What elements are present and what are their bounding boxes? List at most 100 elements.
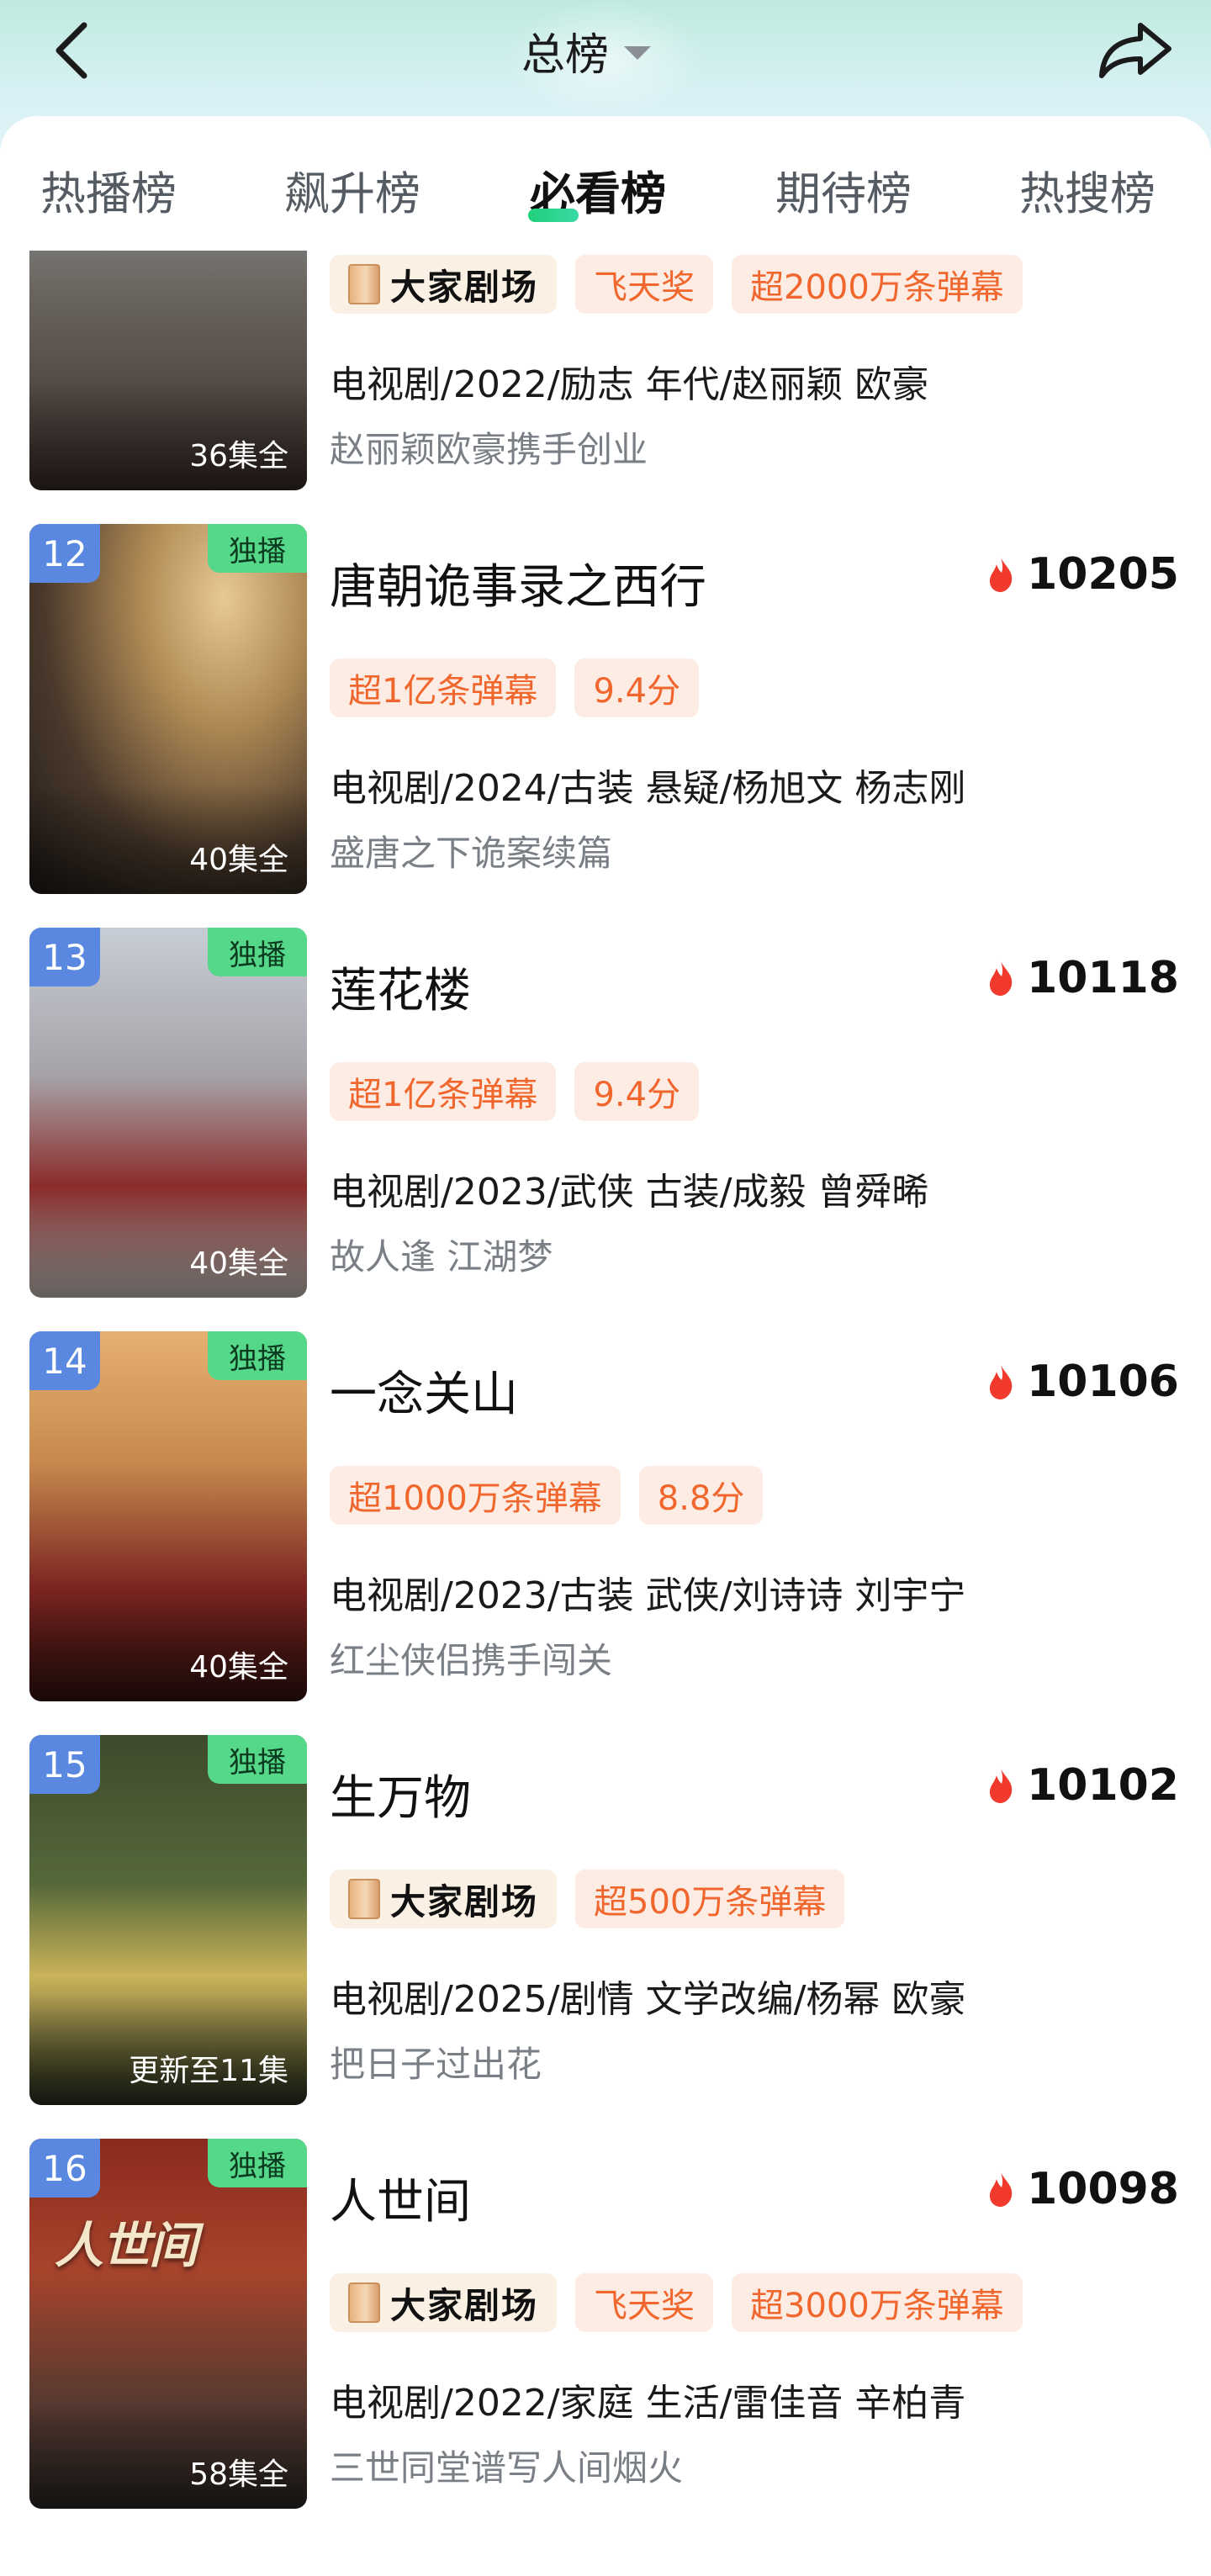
exclusive-badge: 独播 — [208, 2139, 307, 2187]
poster[interactable]: 36集全 — [29, 251, 307, 490]
brand-label: 大家剧场 — [390, 2284, 539, 2326]
episode-count: 更新至11集 — [129, 2054, 288, 2088]
episode-count: 36集全 — [189, 439, 288, 473]
chevron-left-icon — [56, 22, 87, 79]
rank-badge: 13 — [29, 928, 100, 986]
exclusive-badge: 独播 — [208, 524, 307, 573]
caret-down-icon — [624, 46, 652, 60]
poster[interactable]: 15 独播 更新至11集 — [29, 1735, 307, 2105]
episode-count: 58集全 — [189, 2457, 288, 2492]
ranking-selector[interactable]: 总榜 — [521, 19, 652, 82]
flame-icon — [990, 1365, 1013, 1399]
list-item[interactable]: 15 独播 更新至11集 生万物 10102 大家剧场 超500万条弹幕 电视剧… — [0, 1735, 1211, 2105]
tag-row: 大家剧场 超500万条弹幕 — [330, 1870, 845, 1928]
flame-icon — [990, 1769, 1013, 1803]
tag-row: 超1亿条弹幕 9.4分 — [330, 1062, 700, 1121]
show-description: 盛唐之下诡案续篇 — [330, 833, 613, 874]
tag: 超2000万条弹幕 — [732, 255, 1023, 314]
tab-hot-play[interactable]: 热播榜 — [40, 156, 177, 223]
book-icon — [348, 2282, 380, 2323]
show-meta: 电视剧/2023/武侠 古装/成毅 曾舜晞 — [330, 1171, 929, 1214]
tag-row: 大家剧场 飞天奖 超2000万条弹幕 — [330, 255, 1023, 314]
heat-value: 10205 — [1027, 549, 1179, 600]
show-description: 三世同堂谱写人间烟火 — [330, 2447, 684, 2489]
show-title[interactable]: 唐朝诡事录之西行 — [330, 549, 706, 617]
heat-score: 10098 — [986, 2164, 1179, 2214]
show-meta: 电视剧/2023/古装 武侠/刘诗诗 刘宇宁 — [330, 1574, 966, 1617]
heat-score: 10118 — [986, 953, 1179, 1003]
rank-badge: 16 — [29, 2139, 100, 2198]
show-description: 把日子过出花 — [330, 2044, 542, 2085]
list-item[interactable]: 人世间 16 独播 58集全 人世间 10098 大家剧场 飞天奖 超3000万… — [0, 2139, 1211, 2509]
tab-hot-search[interactable]: 热搜榜 — [1019, 156, 1155, 223]
heat-value: 10098 — [1027, 2164, 1179, 2214]
heat-value: 10106 — [1027, 1357, 1179, 1407]
heat-score: 10205 — [986, 549, 1179, 600]
tab-rising[interactable]: 飙升榜 — [284, 156, 420, 223]
list-item[interactable]: 36集全 大家剧场 飞天奖 超2000万条弹幕 电视剧/2022/励志 年代/赵… — [0, 251, 1211, 490]
show-meta: 电视剧/2025/剧情 文学改编/杨幂 欧豪 — [330, 1978, 966, 2021]
show-description: 红尘侠侣携手闯关 — [330, 1640, 613, 1681]
book-icon — [348, 1879, 380, 1919]
tag: 超1000万条弹幕 — [330, 1466, 621, 1525]
show-list: 36集全 大家剧场 飞天奖 超2000万条弹幕 电视剧/2022/励志 年代/赵… — [0, 251, 1211, 2576]
exclusive-badge: 独播 — [208, 1735, 307, 1784]
tag: 超1亿条弹幕 — [330, 659, 557, 717]
show-meta: 电视剧/2024/古装 悬疑/杨旭文 杨志刚 — [330, 767, 966, 810]
show-meta: 电视剧/2022/家庭 生活/雷佳音 辛柏青 — [330, 2382, 966, 2425]
show-title[interactable]: 莲花楼 — [330, 953, 471, 1021]
show-title[interactable]: 人世间 — [330, 2164, 471, 2232]
show-title[interactable]: 一念关山 — [330, 1357, 518, 1425]
tag: 飞天奖 — [575, 2273, 714, 2332]
tag-row: 大家剧场 飞天奖 超3000万条弹幕 — [330, 2273, 1023, 2332]
exclusive-badge: 独播 — [208, 1331, 307, 1380]
heat-score: 10102 — [986, 1760, 1179, 1811]
poster[interactable]: 14 独播 40集全 — [29, 1331, 307, 1701]
poster[interactable]: 人世间 16 独播 58集全 — [29, 2139, 307, 2509]
flame-icon — [990, 558, 1013, 592]
tag-row: 超1亿条弹幕 9.4分 — [330, 659, 700, 717]
back-button[interactable] — [44, 17, 103, 84]
show-title[interactable]: 生万物 — [330, 1760, 471, 1828]
tab-anticipated[interactable]: 期待榜 — [775, 156, 912, 223]
tag: 9.4分 — [574, 1062, 700, 1121]
rank-badge: 12 — [29, 524, 100, 583]
book-icon — [348, 264, 380, 304]
page-title: 总榜 — [521, 29, 610, 81]
rank-badge: 15 — [29, 1735, 100, 1794]
brand-label: 大家剧场 — [390, 1880, 539, 1923]
tag-row: 超1000万条弹幕 8.8分 — [330, 1466, 764, 1525]
tag: 超1亿条弹幕 — [330, 1062, 557, 1121]
flame-icon — [990, 961, 1013, 996]
flame-icon — [990, 2172, 1013, 2207]
tag: 飞天奖 — [575, 255, 714, 314]
poster-title-text: 人世间 — [55, 2217, 198, 2274]
brand-tag: 大家剧场 — [330, 255, 558, 314]
exclusive-badge: 独播 — [208, 928, 307, 976]
episode-count: 40集全 — [189, 1246, 288, 1281]
show-description: 赵丽颖欧豪携手创业 — [330, 429, 648, 470]
brand-tag: 大家剧场 — [330, 2273, 558, 2332]
show-meta: 电视剧/2022/励志 年代/赵丽颖 欧豪 — [330, 363, 929, 406]
poster[interactable]: 12 独播 40集全 — [29, 524, 307, 894]
list-item[interactable]: 12 独播 40集全 唐朝诡事录之西行 10205 超1亿条弹幕 9.4分 电视… — [0, 524, 1211, 894]
list-item[interactable]: 14 独播 40集全 一念关山 10106 超1000万条弹幕 8.8分 电视剧… — [0, 1331, 1211, 1701]
tag: 9.4分 — [574, 659, 700, 717]
share-button[interactable] — [1093, 15, 1177, 86]
list-item[interactable]: 13 独播 40集全 莲花楼 10118 超1亿条弹幕 9.4分 电视剧/202… — [0, 928, 1211, 1298]
episode-count: 40集全 — [189, 1650, 288, 1685]
tag: 8.8分 — [638, 1466, 764, 1525]
tag: 超3000万条弹幕 — [732, 2273, 1023, 2332]
ranking-tabs: 热播榜 飙升榜 必看榜 期待榜 热搜榜 — [0, 116, 1211, 251]
show-description: 故人逢 江湖梦 — [330, 1236, 553, 1277]
rank-badge: 14 — [29, 1331, 100, 1390]
content-panel: 热播榜 飙升榜 必看榜 期待榜 热搜榜 36集全 大家剧场 飞天奖 超2000万… — [0, 116, 1211, 2576]
tag: 超500万条弹幕 — [575, 1870, 845, 1928]
heat-value: 10102 — [1027, 1760, 1179, 1811]
brand-tag: 大家剧场 — [330, 1870, 558, 1928]
share-arrow-icon — [1099, 23, 1171, 78]
episode-count: 40集全 — [189, 843, 288, 877]
brand-label: 大家剧场 — [390, 266, 539, 308]
poster[interactable]: 13 独播 40集全 — [29, 928, 307, 1298]
heat-score: 10106 — [986, 1357, 1179, 1407]
